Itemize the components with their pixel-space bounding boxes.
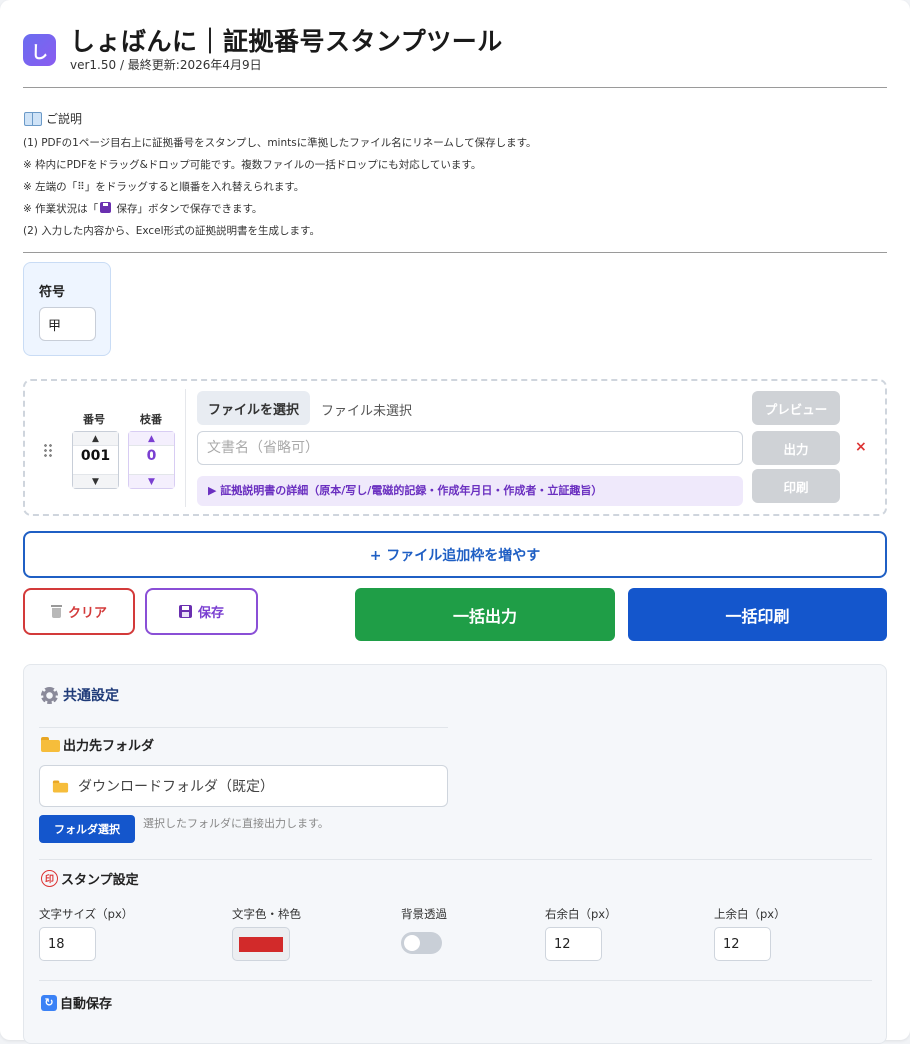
header-divider <box>23 87 887 88</box>
autosave-heading: ↻ 自動保存 <box>41 993 112 1012</box>
app-logo: し <box>23 34 56 66</box>
trash-icon <box>50 605 62 618</box>
transparent-toggle[interactable] <box>401 932 442 954</box>
symbol-panel: 符号 <box>23 262 111 356</box>
number-up-button[interactable]: ▲ <box>73 432 118 446</box>
description-heading: ご説明 <box>24 110 82 127</box>
top-margin-label: 上余白（px） <box>714 907 786 921</box>
floppy-icon <box>100 202 112 213</box>
preview-button[interactable]: プレビュー <box>752 391 840 425</box>
choose-file-button[interactable]: ファイルを選択 <box>197 391 310 425</box>
drag-handle-icon[interactable] <box>43 443 53 457</box>
description-line-1: (1) PDFの1ページ目右上に証拠番号をスタンプし、mintsに準拠したファイ… <box>23 137 537 149</box>
document-name-input[interactable] <box>197 431 743 465</box>
file-status: ファイル未選択 <box>321 404 413 419</box>
description-line-3: ※ 左端の「⠿」をドラッグすると順番を入れ替えられます。 <box>23 181 305 193</box>
settings-heading: 共通設定 <box>41 685 119 705</box>
page-title: しょばんに｜証拠番号スタンプツール <box>70 27 503 56</box>
right-margin-input[interactable] <box>545 927 602 961</box>
floppy-icon <box>178 605 192 618</box>
description-line-4a: ※ 作業状況は「 <box>23 203 99 215</box>
stamp-icon: 印 <box>41 870 58 887</box>
transparent-label: 背景透過 <box>401 907 447 921</box>
number-down-button[interactable]: ▼ <box>73 474 118 488</box>
file-row[interactable]: 番号 ▲ 001 ▼ 枝番 ▲ 0 ▼ ファイルを選択 ファイル未選択 ▶ 証拠… <box>23 379 887 516</box>
number-value[interactable]: 001 <box>73 448 118 464</box>
output-folder-title: 出力先フォルダ <box>63 739 155 754</box>
select-folder-button[interactable]: フォルダ選択 <box>39 815 135 843</box>
evidence-details-toggle[interactable]: ▶ 証拠説明書の詳細（原本/写し/電磁的記録・作成年月日・作成者・立証趣旨） <box>197 476 743 506</box>
right-margin-label: 右余白（px） <box>545 907 617 921</box>
color-picker[interactable] <box>232 927 290 961</box>
number-label: 番号 <box>83 413 105 426</box>
print-button[interactable]: 印刷 <box>752 469 840 503</box>
description-title: ご説明 <box>46 112 83 126</box>
color-swatch <box>239 937 283 952</box>
save-label: 保存 <box>197 606 224 621</box>
branch-label: 枝番 <box>140 413 162 426</box>
symbol-label: 符号 <box>39 285 66 300</box>
save-button[interactable]: 保存 <box>145 588 258 635</box>
common-settings-panel: 共通設定 出力先フォルダ ダウンロードフォルダ（既定） フォルダ選択 選択したフ… <box>23 664 887 1044</box>
folder-icon <box>52 780 69 792</box>
branch-down-button[interactable]: ▼ <box>129 474 174 488</box>
book-icon <box>24 112 42 126</box>
font-size-input[interactable] <box>39 927 96 961</box>
clear-label: クリア <box>67 606 107 621</box>
bulk-output-button[interactable]: 一括出力 <box>355 588 615 641</box>
settings-title: 共通設定 <box>63 688 119 704</box>
description-line-5: (2) 入力した内容から、Excel形式の証拠説明書を生成します。 <box>23 225 320 237</box>
version-text: ver1.50 / 最終更新:2026年4月9日 <box>70 58 262 72</box>
settings-divider-2 <box>39 859 872 860</box>
stamp-settings-title: スタンプ設定 <box>61 873 139 888</box>
description-line-4: ※ 作業状況は「 保存」ボタンで保存できます。 <box>23 201 262 216</box>
bulk-print-button[interactable]: 一括印刷 <box>628 588 887 641</box>
branch-up-button[interactable]: ▲ <box>129 432 174 446</box>
row-divider <box>185 389 186 507</box>
autosave-title: 自動保存 <box>60 997 113 1012</box>
toggle-knob <box>404 935 420 951</box>
settings-divider-3 <box>39 980 872 981</box>
folder-icon <box>41 737 60 752</box>
output-folder-heading: 出力先フォルダ <box>41 735 154 754</box>
folder-path-text: ダウンロードフォルダ（既定） <box>78 779 274 795</box>
main-card: し しょばんに｜証拠番号スタンプツール ver1.50 / 最終更新:2026年… <box>0 0 910 1044</box>
description-line-2: ※ 枠内にPDFをドラッグ&ドロップ可能です。複数ファイルの一括ドロップにも対応… <box>23 159 482 171</box>
folder-path-display: ダウンロードフォルダ（既定） <box>39 765 448 807</box>
color-label: 文字色・枠色 <box>232 907 301 921</box>
branch-value[interactable]: 0 <box>129 448 174 464</box>
font-size-label: 文字サイズ（px） <box>39 907 134 921</box>
refresh-icon: ↻ <box>41 994 57 1011</box>
add-file-frame-button[interactable]: + ファイル追加枠を増やす <box>23 531 887 578</box>
number-stepper[interactable]: ▲ 001 ▼ <box>72 431 119 489</box>
symbol-input[interactable] <box>39 307 96 341</box>
description-line-4b: 保存」ボタンで保存できます。 <box>116 203 263 215</box>
remove-row-icon[interactable]: × <box>855 439 867 455</box>
gear-icon <box>41 686 58 704</box>
branch-stepper[interactable]: ▲ 0 ▼ <box>128 431 175 489</box>
output-button[interactable]: 出力 <box>752 431 840 465</box>
description-divider <box>23 252 887 253</box>
stamp-settings-heading: 印 スタンプ設定 <box>41 869 139 888</box>
folder-note: 選択したフォルダに直接出力します。 <box>143 817 329 830</box>
settings-divider-1 <box>39 727 448 728</box>
top-margin-input[interactable] <box>714 927 771 961</box>
logo-char: し <box>31 42 48 63</box>
clear-button[interactable]: クリア <box>23 588 135 635</box>
